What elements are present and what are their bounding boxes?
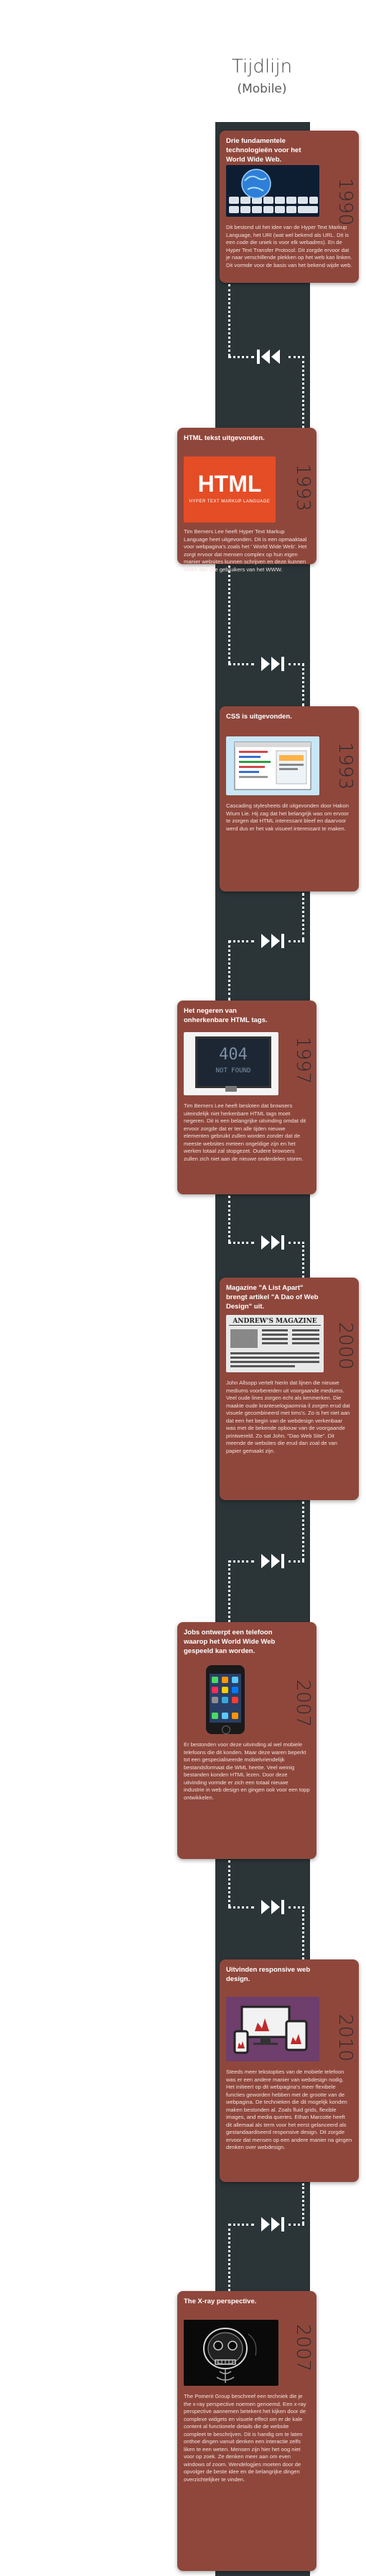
rewind-button[interactable] (254, 347, 288, 366)
card-body: Tim Berners Lee heeft Hyper Text Markup … (184, 528, 307, 573)
fast-forward-icon (261, 934, 284, 948)
monitor-screen: 404 NOT FOUND (195, 1036, 271, 1088)
connector-line (228, 2224, 230, 2291)
rewind-icon (257, 350, 280, 364)
connector-line (288, 2224, 304, 2226)
connector-line (228, 1196, 230, 1242)
monitor-stand (225, 1086, 237, 1092)
connector-line (228, 1242, 254, 1244)
card-year: 1993 (334, 742, 356, 790)
timeline-card-2000: Magazine "A List Apart" brengt artikel "… (220, 1278, 359, 1500)
card-year: 2007 (292, 1680, 314, 1728)
card-body: The Pomerit Group beschreef een techniek… (184, 2393, 306, 2483)
timeline-card-2007-xray: The X-ray perspective. 2007 The Pomerit … (177, 2291, 316, 2571)
fast-forward-icon (261, 1554, 284, 1568)
error-code-text: 404 (219, 1046, 248, 1064)
not-found-image: 404 NOT FOUND (184, 1032, 278, 1095)
connector-line (228, 940, 230, 1001)
card-heading: Jobs ontwerpt een telefoon waarop het Wo… (184, 1629, 276, 1655)
connector-line (228, 1560, 254, 1563)
page-subtitle: (Mobile) (237, 82, 287, 96)
connector-line (302, 356, 304, 428)
fast-forward-button[interactable] (254, 1552, 288, 1570)
card-year: 1990 (334, 178, 356, 226)
fast-forward-button[interactable] (254, 2215, 288, 2234)
card-year: 1997 (292, 1036, 314, 1085)
fast-forward-icon (261, 1235, 284, 1250)
connector-line (228, 284, 230, 356)
timeline-card-1997: Het negeren van onherkenbare HTML tags. … (177, 1001, 316, 1194)
error-message-text: NOT FOUND (215, 1067, 251, 1074)
connector-line (302, 1242, 304, 1278)
connector-line (228, 1560, 230, 1622)
fast-forward-icon (261, 2217, 284, 2231)
card-body: Cascading stylesheets dit uitgevonden do… (226, 802, 349, 832)
connector-line (302, 663, 304, 706)
connector-line (288, 1560, 304, 1563)
connector-line (228, 940, 254, 942)
card-body: Er bestonden voor deze uitvinding al wel… (184, 1741, 310, 1801)
connector-line (302, 1906, 304, 1959)
card-year: 2010 (334, 2014, 356, 2062)
card-body: John Allsopp vertelt hierin dat lijnen d… (226, 1380, 350, 1454)
fast-forward-button[interactable] (254, 932, 288, 950)
fast-forward-icon (261, 657, 284, 671)
fast-forward-icon (261, 1900, 284, 1914)
connector-line (302, 2183, 304, 2224)
connector-line (228, 1860, 230, 1906)
page-title: Tijdlijn (231, 56, 293, 78)
home-button-icon (222, 1725, 230, 1734)
card-year: 1993 (292, 464, 314, 512)
html-logo-image: HTML HYPER TEXT MARKUP LANGUAGE (184, 456, 276, 523)
fast-forward-button[interactable] (254, 1898, 288, 1916)
fast-forward-button[interactable] (254, 1233, 288, 1252)
card-heading: The X-ray perspective. (184, 2298, 257, 2305)
newspaper-image: ANDREW'S MAGAZINE (226, 1315, 324, 1372)
connector-line (228, 663, 254, 665)
connector-line (228, 1906, 254, 1908)
card-body: Tim Berners Lee heeft besloten dat brows… (184, 1102, 306, 1162)
xray-skull-image (184, 2320, 278, 2386)
card-heading: CSS is uitgevonden. (226, 713, 292, 721)
responsive-devices-image (226, 1997, 319, 2061)
connector-line (288, 940, 304, 942)
card-heading: Magazine "A List Apart" brengt artikel "… (226, 1284, 319, 1311)
card-body: Dit bestond uit het idee van de Hyper Te… (226, 224, 352, 268)
card-year: 2007 (292, 2324, 314, 2372)
connector-line (302, 1502, 304, 1560)
html-logo-text: HTML (197, 471, 262, 497)
smartphone-image (206, 1665, 245, 1734)
connector-line (302, 893, 304, 940)
phone-screen (210, 1674, 241, 1723)
card-heading: HTML tekst uitgevonden. (184, 434, 265, 442)
timeline-card-2010: Uitvinden responsive web design. 2010 St… (220, 1959, 359, 2182)
html-logo-subtext: HYPER TEXT MARKUP LANGUAGE (189, 500, 271, 504)
timeline-card-1993-html: HTML tekst uitgevonden. 1993 HTML HYPER … (177, 428, 316, 573)
card-body: Steeds meer tekstopties van de mobiele t… (226, 2069, 352, 2150)
card-heading: Uitvinden responsive web design. (226, 1966, 311, 1983)
connector-line (228, 356, 254, 358)
timeline-card-1993-css: CSS is uitgevonden. 1993 Cascading style… (220, 706, 359, 891)
card-heading: Het negeren van onherkenbare HTML tags. (184, 1007, 268, 1024)
card-heading: Drie fundamentele technologieën voor het… (226, 137, 301, 164)
fast-forward-button[interactable] (254, 655, 288, 673)
code-editor-image (226, 736, 319, 795)
connector-line (228, 2224, 254, 2226)
timeline-card-2007-phone: Jobs ontwerpt een telefoon waarop het Wo… (177, 1622, 316, 1859)
connector-line (228, 566, 230, 663)
timeline-card-1990: Drie fundamentele technologieën voor het… (220, 131, 359, 283)
card-year: 2000 (334, 1322, 356, 1370)
globe-keyboard-image (226, 165, 319, 217)
